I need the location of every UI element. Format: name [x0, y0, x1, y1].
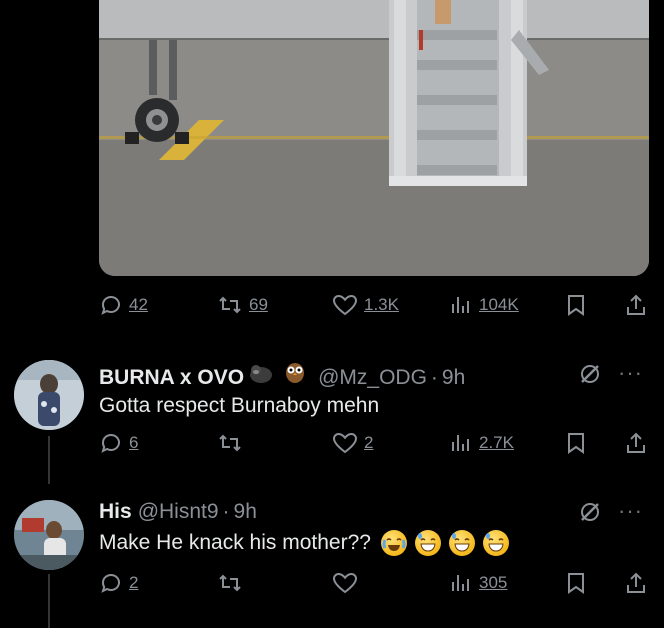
reply-text-line: Make He knack his mother?? — [99, 530, 509, 556]
heart-icon — [332, 572, 358, 594]
reply-button[interactable]: 2 — [99, 568, 138, 598]
like-button[interactable]: 1.3K — [332, 290, 399, 320]
reply-icon — [101, 574, 120, 593]
reply-icon — [101, 296, 120, 315]
owl-emoji — [284, 360, 306, 390]
share-icon — [627, 432, 645, 453]
grinning-sweat-emoji — [448, 530, 475, 556]
like-button[interactable] — [332, 568, 358, 598]
reply-tweet[interactable]: His @Hisnt9 · 9h ··· Make He knack his m… — [0, 492, 664, 628]
repost-button[interactable] — [217, 428, 243, 458]
timestamp[interactable]: 9h — [442, 366, 465, 390]
views-button[interactable]: 2.7K — [449, 428, 514, 458]
bookmark-button[interactable] — [565, 290, 587, 320]
share-button[interactable] — [625, 428, 647, 458]
reply-count: 42 — [129, 295, 148, 314]
reply-header: BURNA x OVO @Mz_ODG · 9h — [99, 360, 465, 390]
more-options-button[interactable]: ··· — [618, 498, 643, 524]
grok-button[interactable] — [578, 500, 602, 529]
reply-header: His @Hisnt9 · 9h — [99, 500, 257, 524]
views-icon — [452, 297, 469, 313]
reply-text: Gotta respect Burnaboy mehn — [99, 394, 380, 417]
reply-actions: 6 2 2.7K — [99, 428, 649, 458]
share-icon — [627, 294, 645, 315]
views-count: 305 — [479, 573, 508, 592]
bookmark-button[interactable] — [565, 428, 587, 458]
views-count: 2.7K — [479, 433, 514, 452]
handle[interactable]: @Hisnt9 — [138, 500, 219, 524]
display-name[interactable]: BURNA x OVO — [99, 366, 244, 390]
share-icon — [627, 572, 645, 593]
avatar[interactable] — [14, 500, 84, 570]
handle[interactable]: @Mz_ODG — [318, 366, 427, 390]
avatar-image — [14, 360, 84, 430]
grinning-sweat-emoji — [482, 530, 509, 556]
views-icon — [452, 575, 469, 591]
bookmark-icon — [568, 573, 584, 594]
heart-icon — [332, 432, 358, 454]
repost-button[interactable] — [217, 568, 243, 598]
like-count: 2 — [364, 433, 374, 452]
reply-tweet[interactable]: BURNA x OVO @Mz_ODG · 9h ··· Gotta respe… — [0, 352, 664, 472]
more-options-button[interactable]: ··· — [618, 360, 643, 386]
crying-laughing-emoji — [380, 530, 407, 556]
display-name[interactable]: His — [99, 500, 132, 524]
views-count: 104K — [479, 295, 519, 314]
separator-dot: · — [222, 500, 230, 523]
reply-icon — [101, 434, 120, 453]
tweet-media-image[interactable] — [99, 0, 649, 276]
airplane-stairs-photo — [99, 0, 649, 276]
bookmark-icon — [568, 433, 584, 454]
main-tweet-actions: 42 69 1.3K 104K — [99, 290, 649, 320]
reply-count: 2 — [129, 573, 139, 592]
repost-icon — [219, 296, 241, 314]
reply-count: 6 — [129, 433, 139, 452]
avatar[interactable] — [14, 360, 84, 430]
views-button[interactable]: 305 — [449, 568, 507, 598]
reply-text: Make He knack his mother?? — [99, 531, 371, 554]
grok-icon — [581, 503, 599, 521]
grinning-sweat-emoji — [414, 530, 441, 556]
repost-count: 69 — [249, 295, 268, 314]
share-button[interactable] — [625, 290, 647, 320]
like-button[interactable]: 2 — [332, 428, 373, 458]
heart-icon — [332, 294, 358, 316]
gorilla-emoji — [248, 362, 274, 390]
reply-actions: 2 305 — [99, 568, 649, 598]
like-count: 1.3K — [364, 295, 399, 314]
avatar-image — [14, 500, 84, 570]
bookmark-icon — [568, 295, 584, 316]
bookmark-button[interactable] — [565, 568, 587, 598]
repost-icon — [219, 574, 241, 592]
reply-button[interactable]: 6 — [99, 428, 138, 458]
timestamp[interactable]: 9h — [234, 500, 257, 524]
grok-button[interactable] — [578, 362, 602, 391]
views-icon — [452, 435, 469, 451]
grok-icon — [581, 365, 599, 383]
views-button[interactable]: 104K — [449, 290, 519, 320]
repost-icon — [219, 434, 241, 452]
repost-button[interactable]: 69 — [217, 290, 268, 320]
share-button[interactable] — [625, 568, 647, 598]
reply-button[interactable]: 42 — [99, 290, 148, 320]
separator-dot: · — [430, 366, 438, 389]
